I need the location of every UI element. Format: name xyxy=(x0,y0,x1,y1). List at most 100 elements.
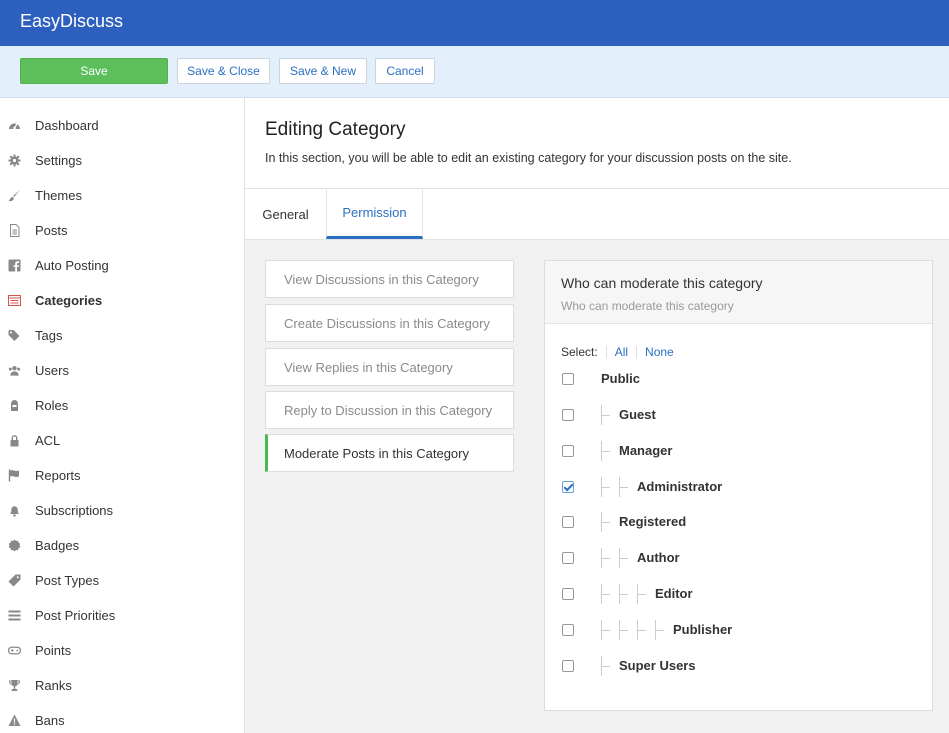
group-checkbox[interactable] xyxy=(562,588,574,600)
sidebar-item-label: Themes xyxy=(35,188,82,203)
permission-create-discussions[interactable]: Create Discussions in this Category xyxy=(265,304,514,342)
list-icon xyxy=(8,609,21,622)
group-name: Super Users xyxy=(619,658,696,673)
sidebar-item-post-priorities[interactable]: Post Priorities xyxy=(0,598,244,633)
trophy-icon xyxy=(8,679,21,692)
select-all-link[interactable]: All xyxy=(615,345,628,359)
gear-icon xyxy=(8,154,21,167)
cancel-button[interactable]: Cancel xyxy=(375,58,435,84)
tab-general[interactable]: General xyxy=(245,189,326,240)
permission-view-replies[interactable]: View Replies in this Category xyxy=(265,348,514,386)
group-row-author: Author xyxy=(545,546,932,570)
page-description: In this section, you will be able to edi… xyxy=(265,151,792,165)
sidebar-item-label: ACL xyxy=(35,433,61,448)
group-checkbox[interactable] xyxy=(562,445,574,457)
group-checkbox[interactable] xyxy=(562,373,574,385)
divider xyxy=(605,345,607,359)
flag-icon xyxy=(8,469,21,482)
tab-permission[interactable]: Permission xyxy=(326,189,423,239)
sidebar-item-label: Reports xyxy=(35,468,81,483)
group-row-public: Public xyxy=(545,367,932,391)
main-content: Editing Category In this section, you wi… xyxy=(245,98,949,733)
sidebar-item-bans[interactable]: Bans xyxy=(0,703,244,733)
sidebar-item-label: Tags xyxy=(35,328,63,343)
sidebar-item-label: Bans xyxy=(35,713,65,728)
save-button[interactable]: Save xyxy=(20,58,168,84)
sidebar-item-users[interactable]: Users xyxy=(0,353,244,388)
tag-icon xyxy=(8,574,21,587)
group-row-guest: Guest xyxy=(545,403,932,427)
sidebar-item-subscriptions[interactable]: Subscriptions xyxy=(0,493,244,528)
group-name: Registered xyxy=(619,514,687,529)
sidebar-item-label: Dashboard xyxy=(35,118,99,133)
sidebar-item-settings[interactable]: Settings xyxy=(0,143,244,178)
permission-moderate-posts[interactable]: Moderate Posts in this Category xyxy=(265,434,514,472)
action-toolbar: Save Save & Close Save & New Cancel xyxy=(0,46,949,98)
sidebar-item-label: Post Priorities xyxy=(35,608,116,623)
sidebar-item-label: Users xyxy=(35,363,69,378)
tags-icon xyxy=(8,329,21,342)
divider xyxy=(636,345,638,359)
page-title: Editing Category xyxy=(265,119,406,140)
group-name: Publisher xyxy=(673,622,733,637)
sidebar-item-reports[interactable]: Reports xyxy=(0,458,244,493)
group-name: Guest xyxy=(619,407,656,422)
facebook-icon xyxy=(8,259,21,272)
panel-header: Who can moderate this category Who can m… xyxy=(545,261,932,324)
group-checkbox[interactable] xyxy=(562,552,574,564)
sidebar-item-tags[interactable]: Tags xyxy=(0,318,244,353)
sidebar-item-roles[interactable]: Roles xyxy=(0,388,244,423)
sidebar-item-post-types[interactable]: Post Types xyxy=(0,563,244,598)
sidebar-item-label: Posts xyxy=(35,223,68,238)
group-row-registered: Registered xyxy=(545,510,932,534)
save-close-button[interactable]: Save & Close xyxy=(177,58,270,84)
save-new-button[interactable]: Save & New xyxy=(279,58,367,84)
group-row-super-users: Super Users xyxy=(545,654,932,678)
tab-bar: General Permission xyxy=(245,189,949,240)
sidebar-item-dashboard[interactable]: Dashboard xyxy=(0,108,244,143)
dashboard-icon xyxy=(8,119,21,132)
users-icon xyxy=(8,364,21,377)
group-checkbox[interactable] xyxy=(562,516,574,528)
bell-icon xyxy=(8,504,21,517)
sidebar-item-auto-posting[interactable]: Auto Posting xyxy=(0,248,244,283)
page-header: Editing Category In this section, you wi… xyxy=(245,98,949,189)
app-title: EasyDiscuss xyxy=(20,11,124,31)
sidebar-item-label: Categories xyxy=(35,293,103,308)
sidebar-item-themes[interactable]: Themes xyxy=(0,178,244,213)
sidebar-item-points[interactable]: Points xyxy=(0,633,244,668)
sidebar-item-badges[interactable]: Badges xyxy=(0,528,244,563)
lock-icon xyxy=(8,434,21,447)
group-name: Editor xyxy=(655,586,693,601)
select-controls: Select: All None xyxy=(561,345,674,359)
sidebar-item-label: Post Types xyxy=(35,573,100,588)
group-checkbox[interactable] xyxy=(562,409,574,421)
group-name: Manager xyxy=(619,443,673,458)
sidebar-item-posts[interactable]: Posts xyxy=(0,213,244,248)
group-row-publisher: Publisher xyxy=(545,618,932,642)
group-checkbox[interactable] xyxy=(562,624,574,636)
sidebar-item-label: Settings xyxy=(35,153,82,168)
permission-view-discussions[interactable]: View Discussions in this Category xyxy=(265,260,514,298)
select-label: Select: xyxy=(561,345,598,359)
sidebar-item-categories[interactable]: Categories xyxy=(0,283,244,318)
brush-icon xyxy=(8,189,21,202)
group-checkbox[interactable] xyxy=(562,660,574,672)
badge-icon xyxy=(8,539,21,552)
categories-icon xyxy=(8,294,21,307)
permission-reply-discussion[interactable]: Reply to Discussion in this Category xyxy=(265,391,514,429)
sidebar-item-label: Roles xyxy=(35,398,69,413)
select-none-link[interactable]: None xyxy=(645,345,674,359)
group-row-manager: Manager xyxy=(545,439,932,463)
panel-title: Who can moderate this category xyxy=(561,275,763,291)
group-name: Administrator xyxy=(637,479,723,494)
sidebar-item-acl[interactable]: ACL xyxy=(0,423,244,458)
panel-subtitle: Who can moderate this category xyxy=(561,299,734,313)
sidebar-item-label: Subscriptions xyxy=(35,503,114,518)
document-icon xyxy=(8,224,21,237)
sidebar-item-label: Badges xyxy=(35,538,80,553)
group-name: Author xyxy=(637,550,680,565)
sidebar-item-ranks[interactable]: Ranks xyxy=(0,668,244,703)
group-checkbox[interactable] xyxy=(562,481,574,493)
moderators-panel: Who can moderate this category Who can m… xyxy=(544,260,933,711)
